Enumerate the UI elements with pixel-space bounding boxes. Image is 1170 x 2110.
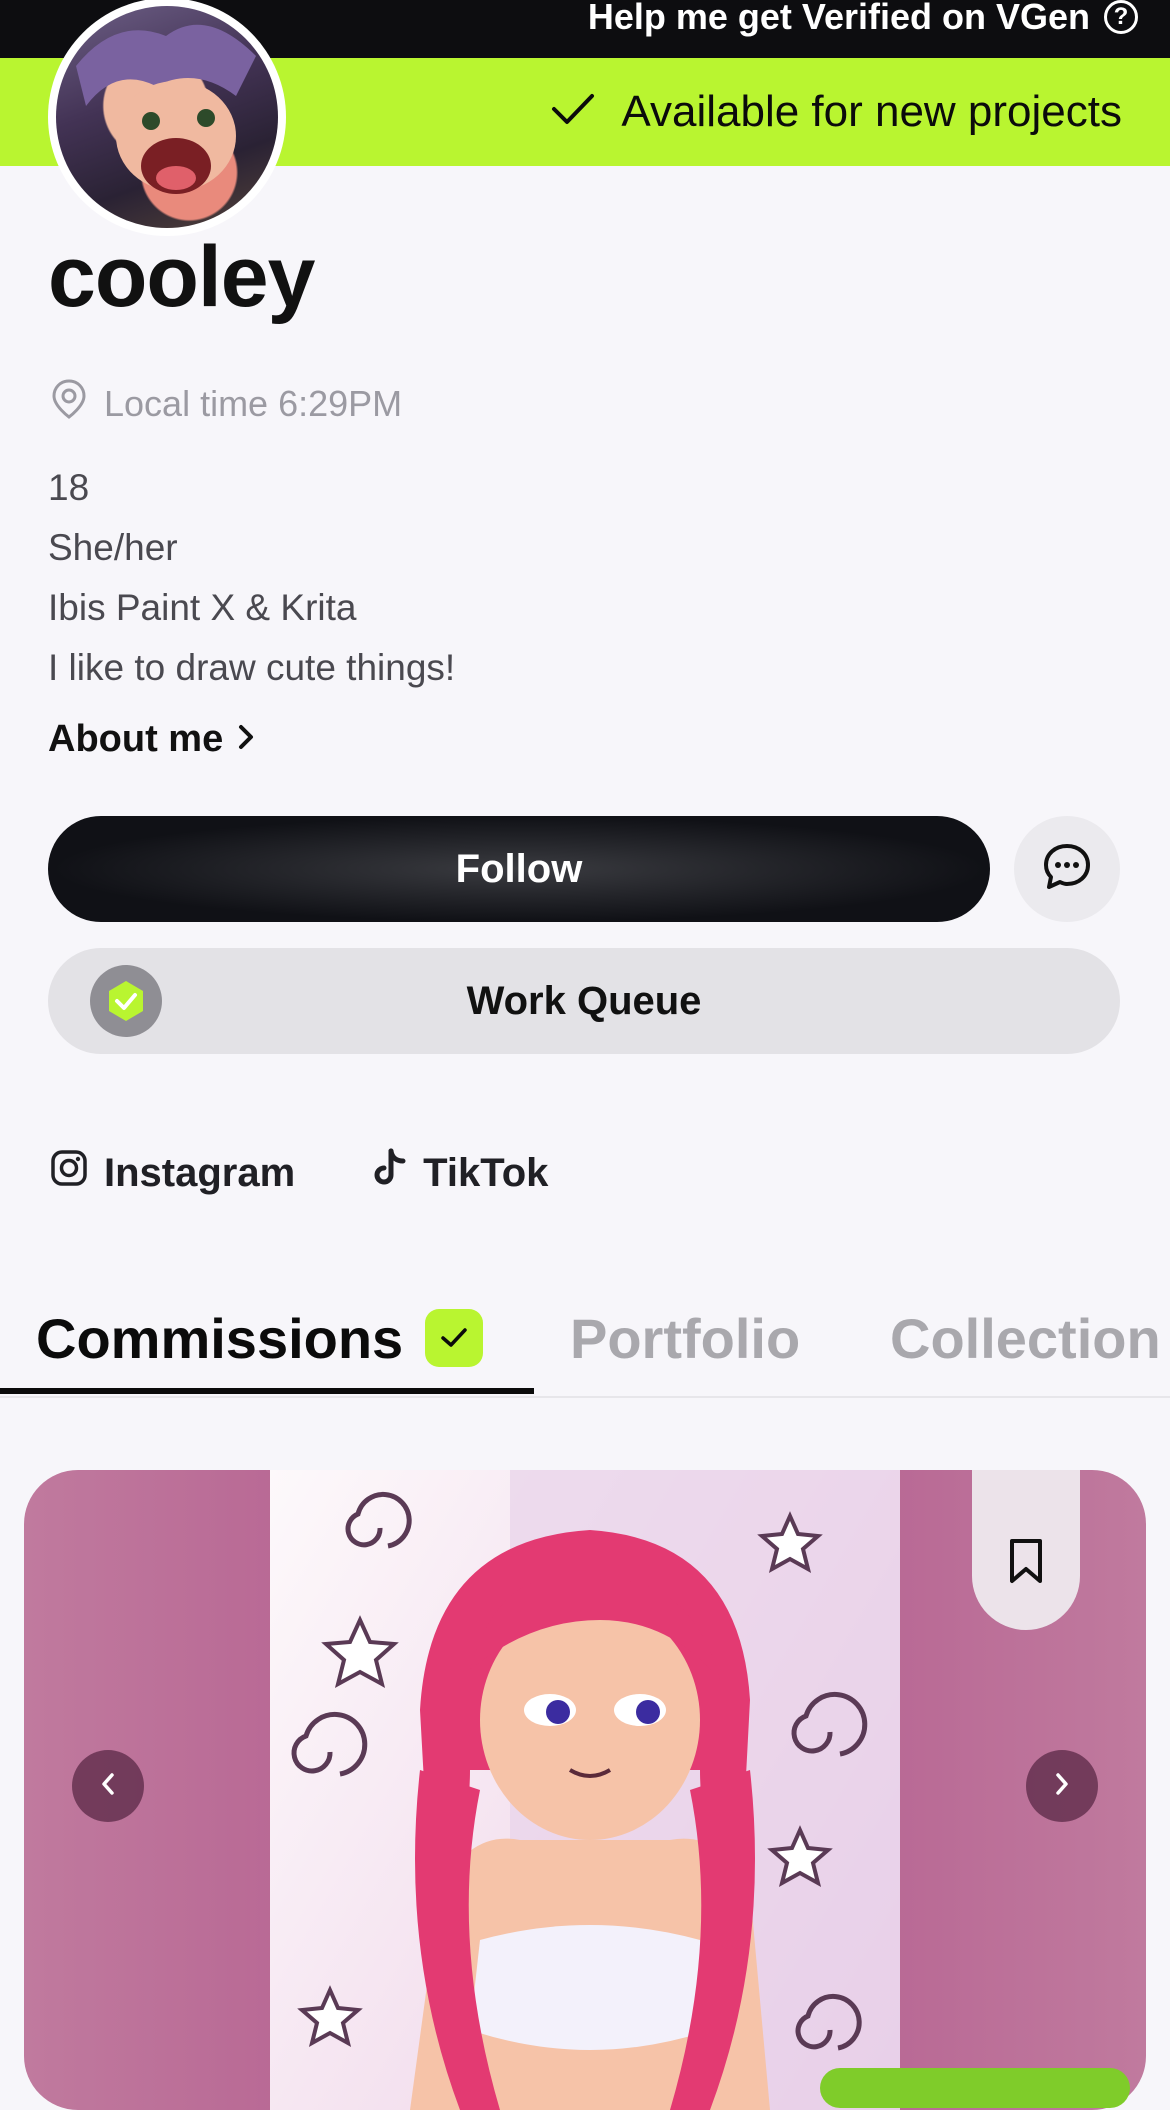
local-time-text: Local time 6:29PM (104, 382, 403, 424)
check-icon (551, 87, 595, 137)
chat-bubble-icon (1041, 841, 1093, 898)
commission-card[interactable] (24, 1470, 1146, 2110)
availability-banner: Available for new projects (0, 0, 1170, 236)
verified-badge-icon (90, 965, 162, 1037)
verify-link[interactable]: Help me get Verified on VGen ? (588, 0, 1138, 46)
chevron-right-icon (1053, 1771, 1071, 1802)
location-pin-icon (50, 378, 88, 429)
tab-label: Commissions (36, 1306, 404, 1370)
profile-tabs: Commissions Portfolio Collection (0, 1280, 1170, 1398)
bio-line: She/her (48, 527, 178, 568)
avatar[interactable] (48, 0, 286, 236)
chevron-right-icon (237, 718, 255, 761)
social-label: Instagram (104, 1150, 296, 1195)
bio-line: I like to draw cute things! (48, 647, 456, 688)
social-link-tiktok[interactable]: TikTok (373, 1148, 548, 1198)
tiktok-icon (373, 1148, 407, 1198)
about-me-link[interactable]: About me (48, 718, 255, 761)
tab-commissions[interactable]: Commissions (36, 1280, 484, 1396)
local-time: Local time 6:29PM (50, 378, 402, 429)
about-me-label: About me (48, 718, 224, 760)
bio-line: 18 (48, 467, 90, 508)
bio: 18 She/her Ibis Paint X & Krita I like t… (48, 458, 455, 698)
social-label: TikTok (423, 1150, 549, 1195)
social-link-instagram[interactable]: Instagram (50, 1148, 295, 1198)
help-icon[interactable]: ? (1104, 0, 1138, 34)
avatar-image (56, 6, 278, 228)
work-queue-button[interactable]: Work Queue (48, 948, 1120, 1054)
tab-collection[interactable]: Collection (890, 1280, 1161, 1396)
active-tab-indicator (0, 1388, 534, 1394)
message-button[interactable] (1014, 816, 1120, 922)
floating-action-pill[interactable] (820, 2068, 1130, 2108)
instagram-icon (50, 1149, 88, 1197)
tab-portfolio[interactable]: Portfolio (570, 1280, 800, 1396)
bio-line: Ibis Paint X & Krita (48, 587, 357, 628)
work-queue-label: Work Queue (466, 978, 702, 1023)
username: cooley (48, 229, 315, 325)
chevron-left-icon (99, 1771, 117, 1802)
social-links: Instagram TikTok (50, 1148, 548, 1198)
carousel-next-button[interactable] (1026, 1750, 1098, 1822)
availability-text: Available for new projects (621, 87, 1122, 136)
commission-artwork (270, 1470, 900, 2110)
follow-button[interactable]: Follow (48, 816, 990, 922)
verify-text: Help me get Verified on VGen (587, 0, 1090, 37)
bookmark-button[interactable] (972, 1470, 1080, 1630)
check-badge-icon (425, 1309, 484, 1367)
bookmark-icon (1007, 1537, 1045, 1590)
carousel-prev-button[interactable] (72, 1750, 144, 1822)
